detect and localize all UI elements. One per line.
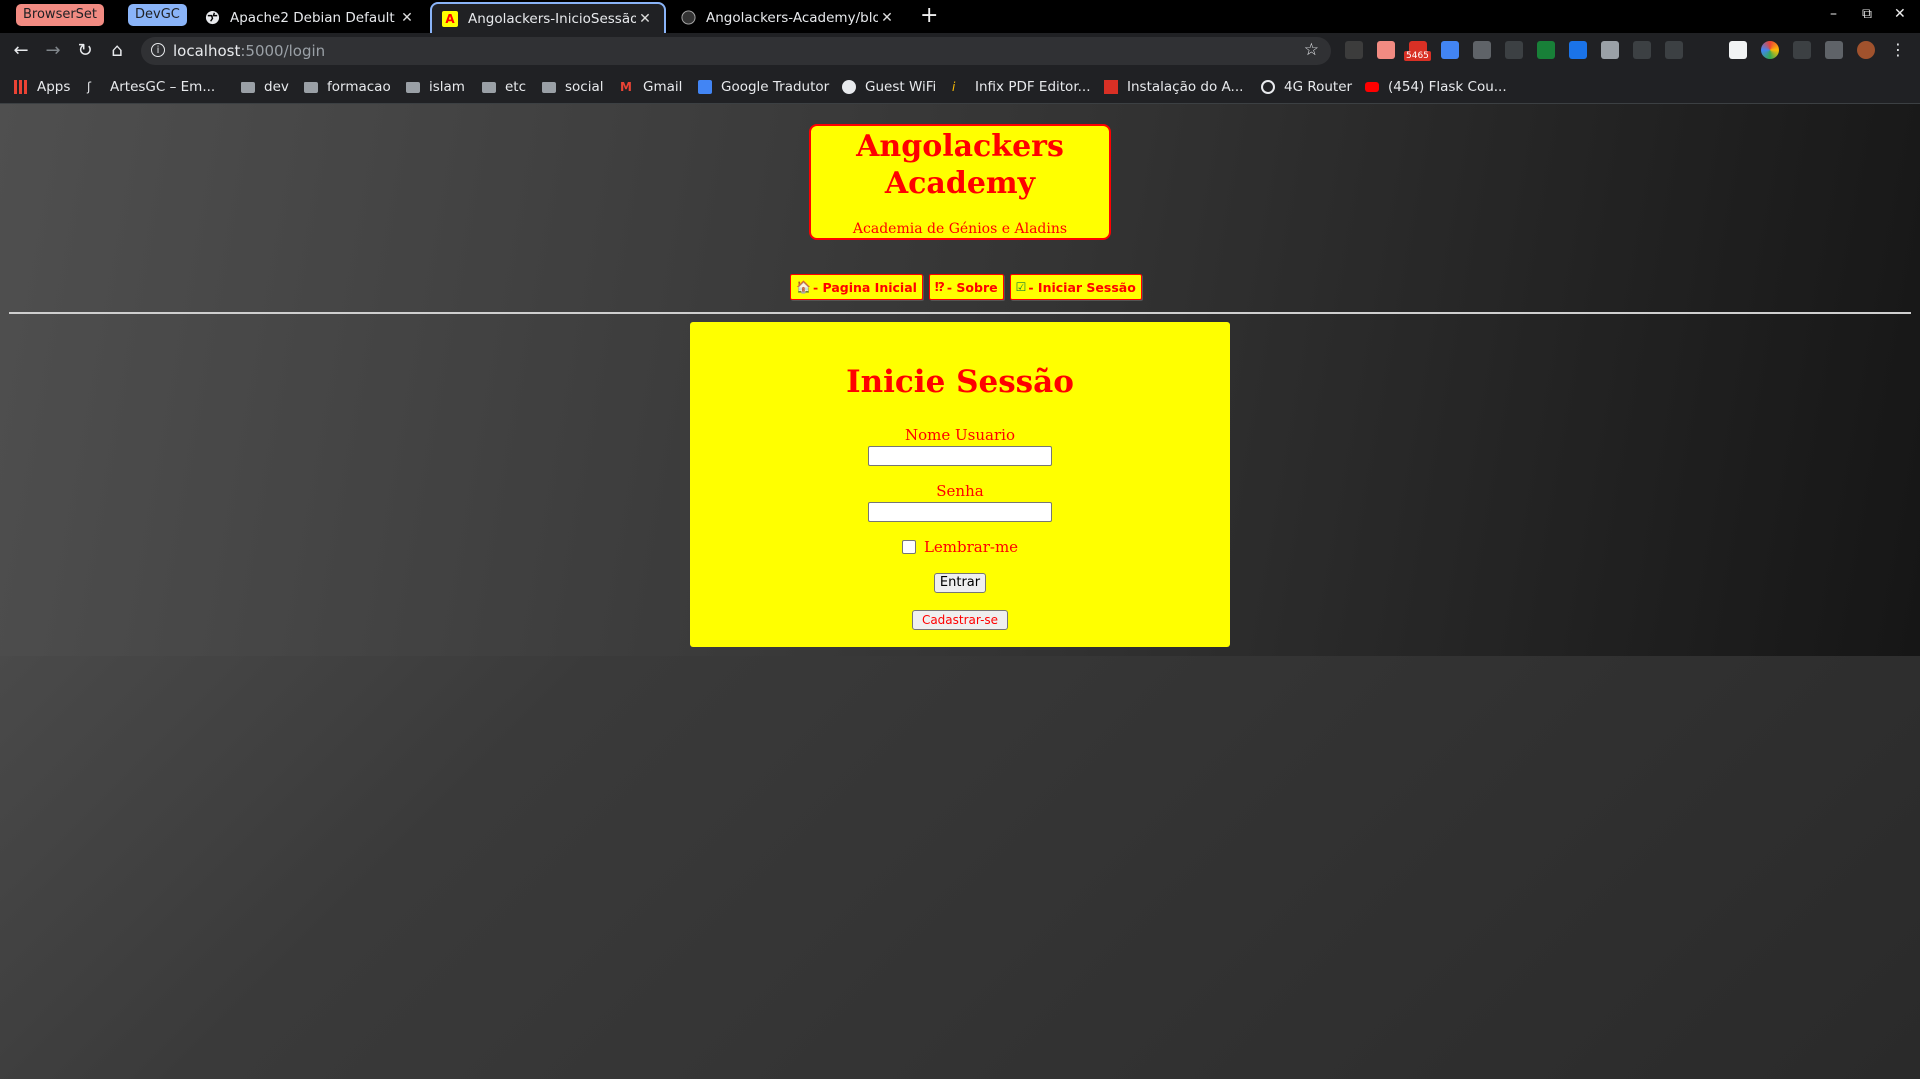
bookmark-folder-social[interactable]: social <box>542 70 604 103</box>
bookmark-folder-islam[interactable]: islam <box>406 70 465 103</box>
login-form: Inicie Sessão Nome Usuario Senha Lembrar… <box>690 322 1230 647</box>
tab-apache[interactable]: Apache2 Debian Default Pa ✕ <box>194 2 426 33</box>
tab-group-browserset[interactable]: BrowserSet <box>16 4 105 26</box>
extension-pen-icon[interactable] <box>1633 41 1651 59</box>
bookmark-apps[interactable]: Apps <box>14 70 70 103</box>
remember-label[interactable]: Lembrar-me <box>924 538 1018 556</box>
bookmark-star-icon[interactable]: ☆ <box>1304 40 1319 60</box>
extension-icon[interactable] <box>1345 41 1363 59</box>
main-nav: 🏠 - Pagina Inicial ⁉ - Sobre ☑ - Iniciar… <box>790 274 1142 300</box>
question-exclamation-icon: ⁉ <box>934 280 945 294</box>
tab-close-icon[interactable]: ✕ <box>878 10 896 26</box>
forward-icon[interactable]: → <box>42 40 64 62</box>
folder-icon <box>304 82 318 93</box>
username-label: Nome Usuario <box>905 426 1015 444</box>
folder-icon <box>241 82 255 93</box>
router-icon <box>1261 79 1275 94</box>
site-title: Angolackers Academy <box>856 129 1064 201</box>
bookmark-flask-course[interactable]: (454) Flask Cou... <box>1365 70 1507 103</box>
extension-pin-icon[interactable] <box>1665 41 1683 59</box>
extension-colorwheel-icon[interactable] <box>1761 41 1779 59</box>
bookmark-4g-router[interactable]: 4G Router <box>1261 70 1352 103</box>
back-icon[interactable]: ← <box>10 40 32 62</box>
username-input[interactable] <box>868 446 1052 466</box>
tab-angolackers-login[interactable]: A Angolackers-InicioSessão ✕ <box>430 2 666 33</box>
page-body: Angolackers Academy Academia de Génios e… <box>0 104 1920 656</box>
password-input[interactable] <box>868 502 1052 522</box>
tab-title: Angolackers-InicioSessão <box>468 10 636 27</box>
address-bar[interactable]: i localhost:5000/login ☆ <box>141 37 1331 65</box>
angolackers-favicon-icon: A <box>442 10 458 27</box>
site-subtitle: Academia de Génios e Aladins <box>852 221 1068 237</box>
infix-icon: i <box>952 79 956 94</box>
nav-pagina-inicial[interactable]: 🏠 - Pagina Inicial <box>790 274 923 300</box>
profile-avatar-icon[interactable] <box>1857 41 1875 59</box>
google-translate-icon <box>698 79 712 94</box>
close-window-icon[interactable]: ✕ <box>1894 6 1906 22</box>
minimize-icon[interactable]: – <box>1830 6 1837 22</box>
remember-row: Lembrar-me <box>690 538 1230 556</box>
extension-gear-icon[interactable] <box>1505 41 1523 59</box>
entrar-button[interactable]: Entrar <box>934 573 986 593</box>
home-icon[interactable]: ⌂ <box>106 40 128 62</box>
home-icon: 🏠 <box>796 280 811 294</box>
remember-checkbox[interactable] <box>901 540 916 554</box>
gmail-icon: M <box>620 79 632 94</box>
password-label: Senha <box>936 482 984 500</box>
bookmark-google-tradutor[interactable]: Google Tradutor <box>698 70 829 103</box>
site-logo: Angolackers Academy Academia de Génios e… <box>809 124 1111 240</box>
extension-green-icon[interactable] <box>1537 41 1555 59</box>
tab-close-icon[interactable]: ✕ <box>636 11 654 27</box>
browser-toolbar: ← → ↻ ⌂ i localhost:5000/login ☆ ⋮ <box>0 33 1920 70</box>
globe-icon <box>204 10 220 26</box>
github-icon <box>680 10 696 26</box>
bookmark-infix-pdf[interactable]: i Infix PDF Editor... <box>952 70 1091 103</box>
bookmark-artesgc[interactable]: ʃ ArtesGC – Em... <box>87 70 215 103</box>
reload-icon[interactable]: ↻ <box>74 40 96 62</box>
folder-icon <box>542 82 556 93</box>
bookmark-instalacao[interactable]: Instalação do A... <box>1104 70 1243 103</box>
tab-strip: BrowserSet DevGC Apache2 Debian Default … <box>0 0 1920 33</box>
tab-title: Apache2 Debian Default Pa <box>230 9 398 26</box>
adobe-icon <box>1104 79 1118 94</box>
extension-vd-icon[interactable] <box>1793 41 1811 59</box>
maximize-icon[interactable]: ⧉ <box>1862 6 1872 22</box>
bookmark-folder-formacao[interactable]: formacao <box>304 70 391 103</box>
extensions-puzzle-icon[interactable] <box>1825 41 1843 59</box>
page-viewport: Angolackers Academy Academia de Génios e… <box>0 104 1920 1079</box>
site-info-icon[interactable]: i <box>151 43 165 57</box>
bookmark-folder-etc[interactable]: etc <box>482 70 526 103</box>
bookmark-guest-wifi[interactable]: Guest WiFi <box>842 70 936 103</box>
url-text[interactable]: localhost:5000/login <box>173 42 325 60</box>
nav-iniciar-sessao[interactable]: ☑ - Iniciar Sessão <box>1009 274 1142 300</box>
login-heading: Inicie Sessão <box>846 364 1074 400</box>
youtube-icon <box>1365 81 1379 92</box>
bookmarks-bar: Apps ʃ ArtesGC – Em... dev formacao islam… <box>0 70 1920 104</box>
cadastrar-button[interactable]: Cadastrar-se <box>912 610 1008 630</box>
extension-cat-icon[interactable] <box>1377 41 1395 59</box>
folder-icon <box>406 82 420 93</box>
folder-icon <box>482 82 496 93</box>
extension-glasses-icon[interactable] <box>1473 41 1491 59</box>
bookmark-gmail[interactable]: M Gmail <box>620 70 682 103</box>
artesgc-icon: ʃ <box>87 79 92 94</box>
extension-chat-icon[interactable] <box>1601 41 1619 59</box>
tab-github[interactable]: Angolackers-Academy/blo ✕ <box>670 2 906 33</box>
extension-badge: 5465 <box>1404 51 1431 61</box>
tab-close-icon[interactable]: ✕ <box>398 10 416 26</box>
globe-icon <box>842 79 856 94</box>
tab-group-devgc[interactable]: DevGC <box>128 4 187 26</box>
apps-grid-icon <box>14 79 28 94</box>
divider <box>9 312 1911 314</box>
extension-calendar-icon[interactable] <box>1729 41 1747 59</box>
tab-title: Angolackers-Academy/blo <box>706 9 878 26</box>
bookmark-folder-dev[interactable]: dev <box>241 70 289 103</box>
new-tab-icon[interactable]: + <box>920 3 938 28</box>
extension-video-icon[interactable] <box>1569 41 1587 59</box>
extension-translate-icon[interactable] <box>1441 41 1459 59</box>
menu-dots-icon[interactable]: ⋮ <box>1889 41 1907 59</box>
checkbox-icon: ☑ <box>1015 280 1027 294</box>
nav-sobre[interactable]: ⁉ - Sobre <box>928 274 1004 300</box>
extension-l-icon[interactable] <box>1697 41 1715 59</box>
